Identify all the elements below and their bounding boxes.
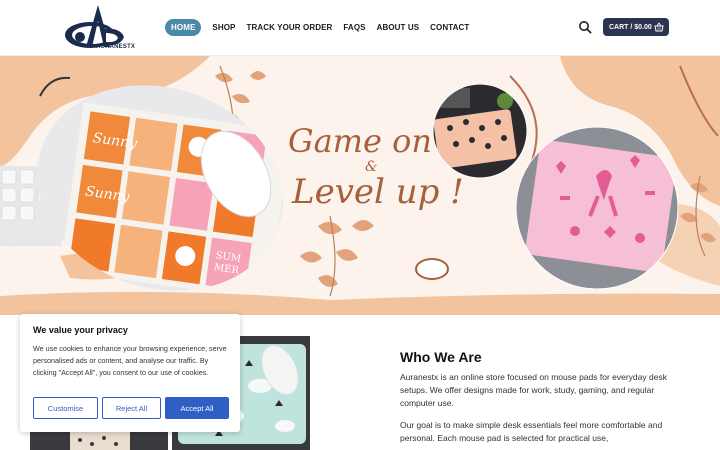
basket-icon xyxy=(654,22,664,32)
about-paragraph-1: Auranestx is an online store focused on … xyxy=(400,372,667,408)
reject-all-button[interactable]: Reject All xyxy=(102,397,161,419)
hero-headline-1: Game on xyxy=(288,122,432,160)
nav-contact[interactable]: CONTACT xyxy=(430,19,469,36)
main-nav: HOME SHOP TRACK YOUR ORDER FAQS ABOUT US… xyxy=(165,19,480,36)
nav-about-us[interactable]: ABOUT US xyxy=(377,19,420,36)
about-title: Who We Are xyxy=(400,349,482,365)
nav-track-order[interactable]: TRACK YOUR ORDER xyxy=(246,19,332,36)
hero-banner[interactable]: Sunny Sunny SUM MER Game on & Level up ! xyxy=(0,56,720,315)
cookie-buttons: Customise Reject All Accept All xyxy=(33,397,229,419)
search-icon[interactable] xyxy=(578,20,592,34)
nav-home[interactable]: HOME xyxy=(165,19,202,36)
hero-headline-2: Level up ! xyxy=(292,172,464,212)
cookie-consent-banner: We value your privacy We use cookies to … xyxy=(20,314,240,432)
nav-faqs[interactable]: FAQS xyxy=(343,19,365,36)
cookie-title: We value your privacy xyxy=(33,325,128,335)
brand-name: AURANESTX xyxy=(96,44,136,50)
cart-button[interactable]: CART / $0.00 xyxy=(603,18,669,36)
customise-button[interactable]: Customise xyxy=(33,397,98,419)
cart-label: CART / $0.00 xyxy=(609,23,652,31)
nav-shop[interactable]: SHOP xyxy=(212,19,235,36)
about-paragraph-2: Our goal is to make simple desk essentia… xyxy=(400,420,663,443)
accept-all-button[interactable]: Accept All xyxy=(165,397,229,419)
cookie-text: We use cookies to enhance your browsing … xyxy=(33,344,227,377)
site-header: AURANESTX HOME SHOP TRACK YOUR ORDER FAQ… xyxy=(0,0,720,56)
